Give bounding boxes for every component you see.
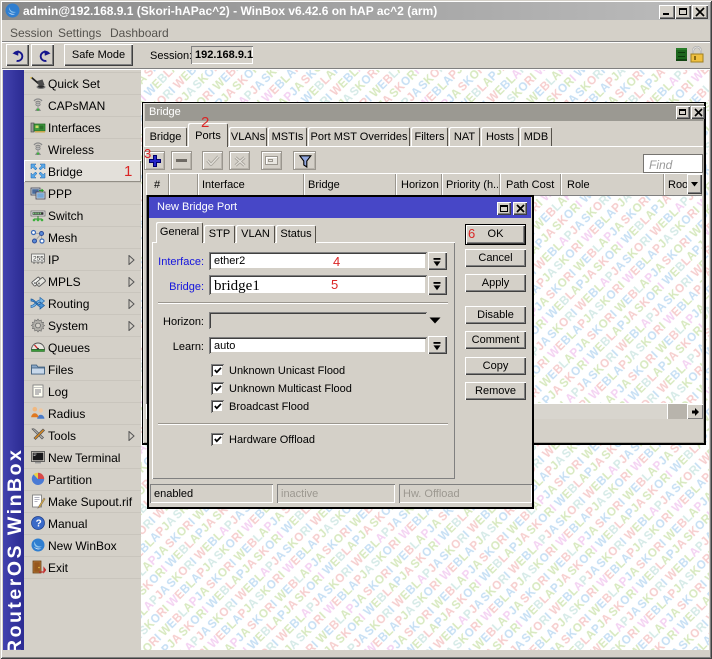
svg-text:?: ? [36,519,42,530]
svg-text:255: 255 [33,256,44,263]
